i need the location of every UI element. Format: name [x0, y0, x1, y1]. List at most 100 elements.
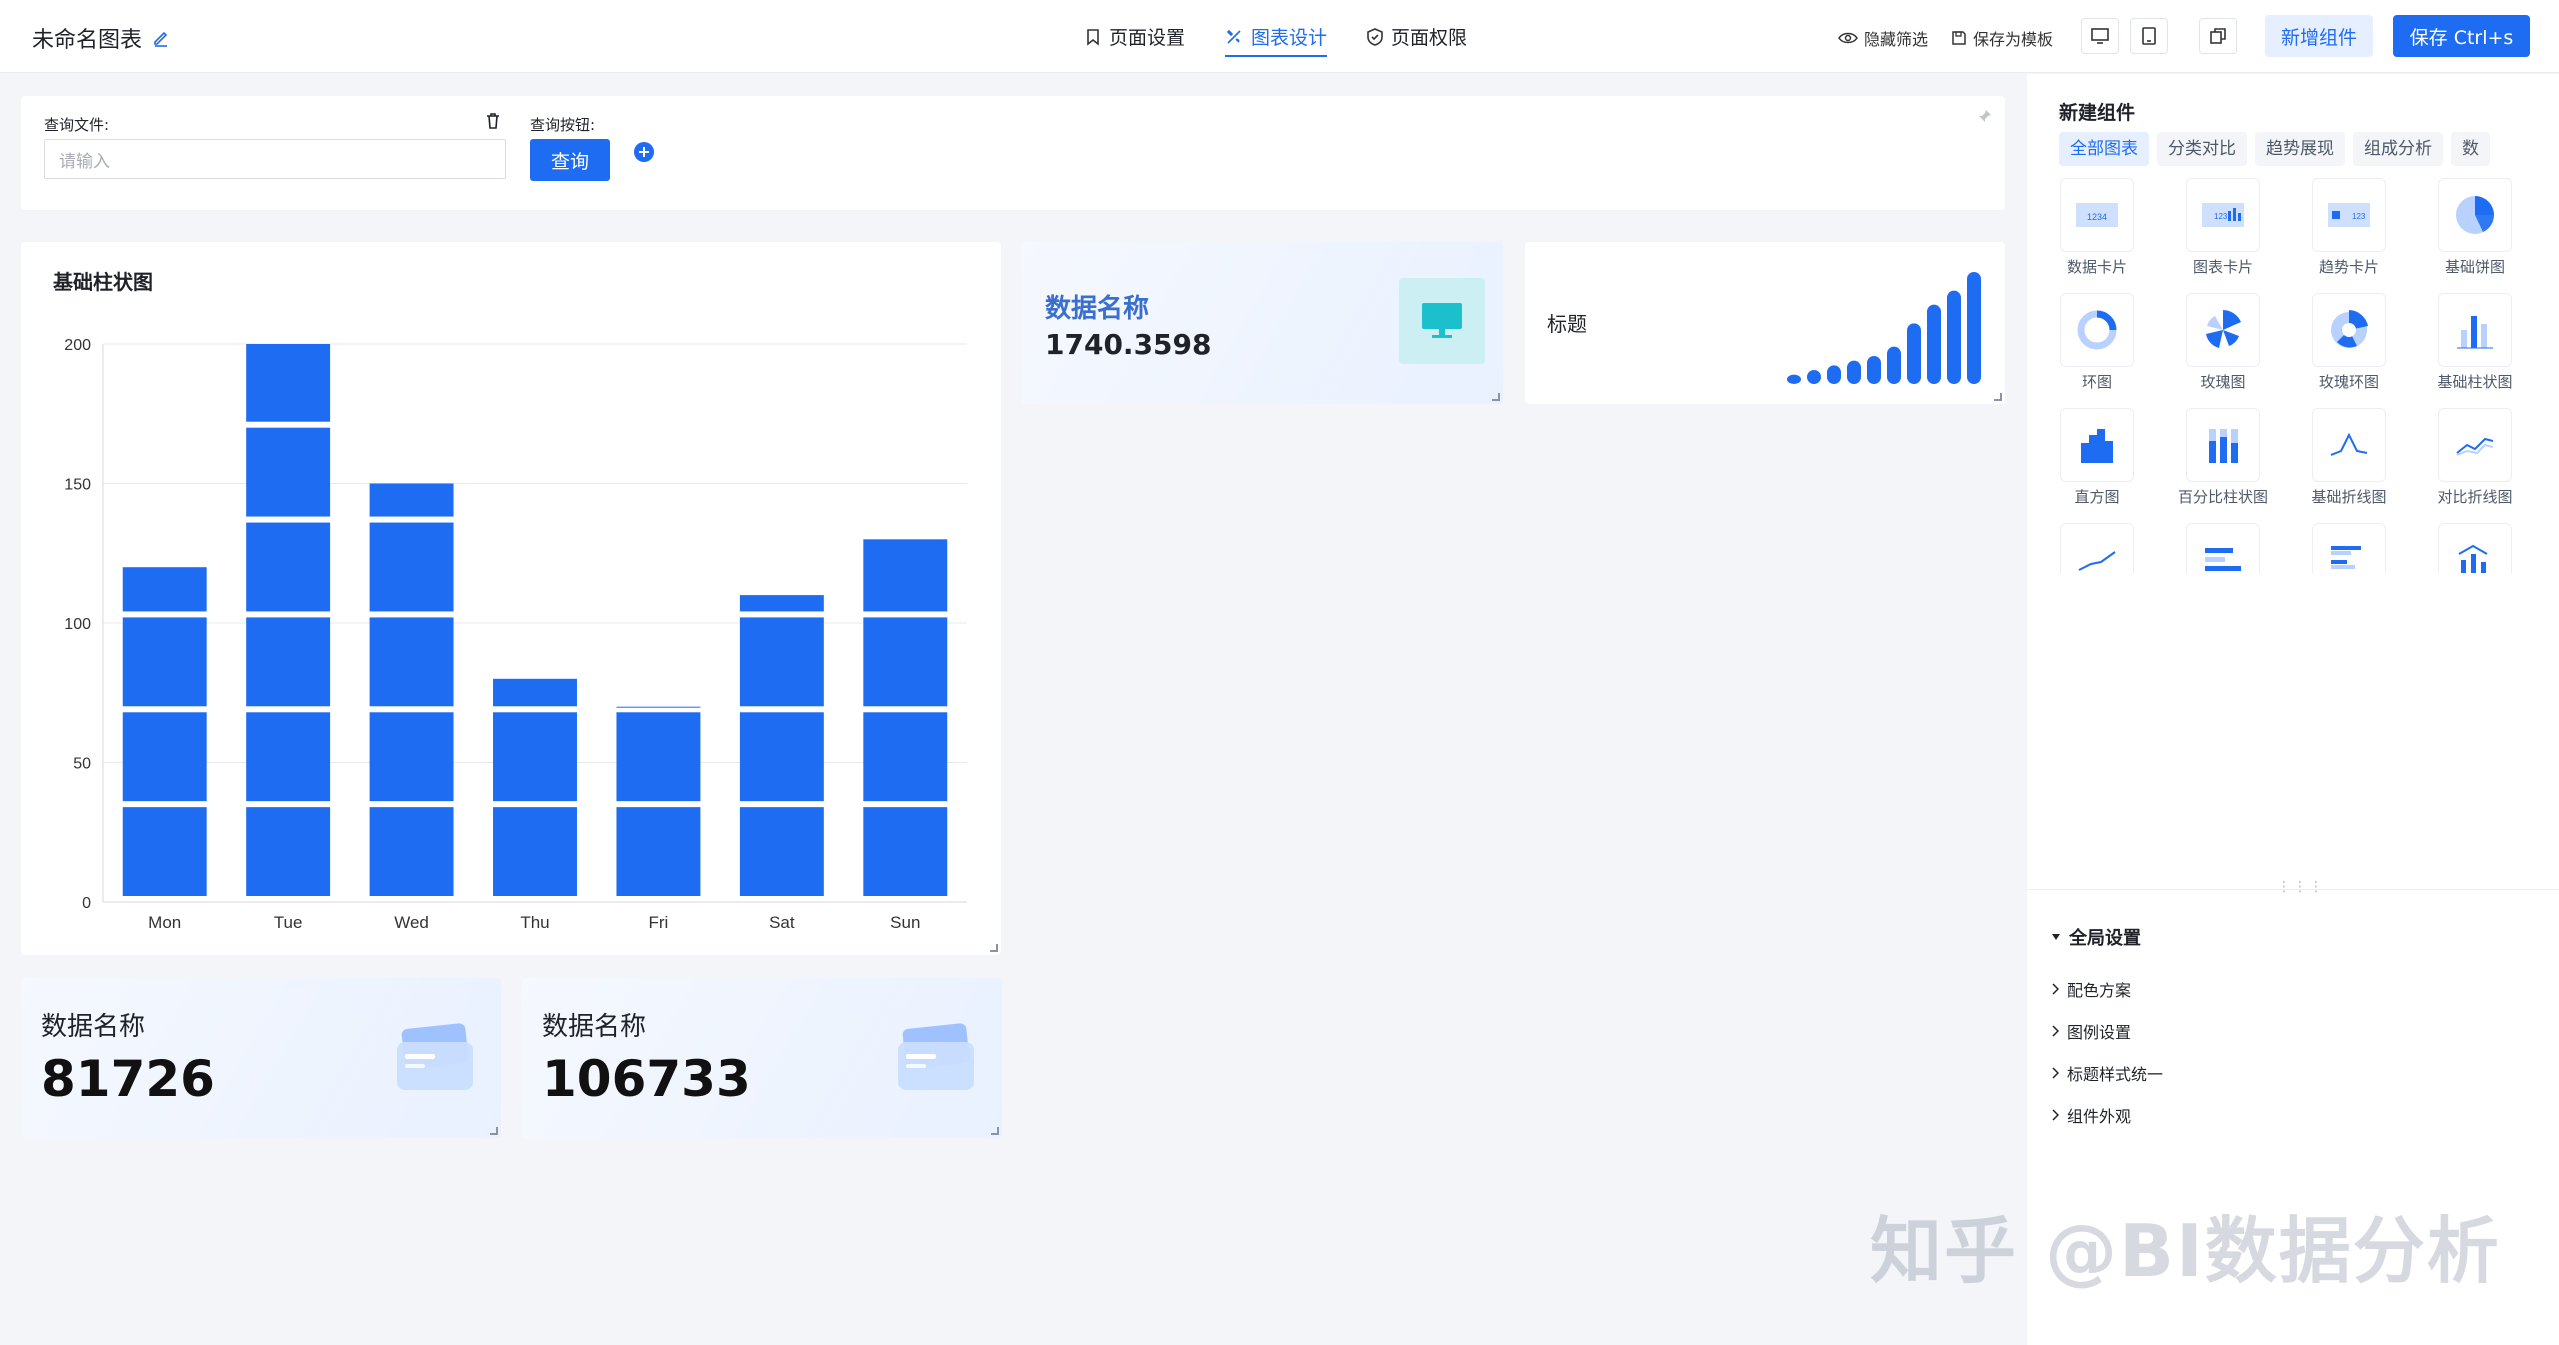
spark-bar	[1947, 290, 1961, 384]
resize-handle[interactable]	[490, 1127, 498, 1135]
card-wallet-icon	[894, 1022, 978, 1096]
bar-segment	[246, 807, 331, 896]
resize-handle[interactable]	[990, 944, 998, 952]
bar-segment	[863, 539, 948, 612]
trash-icon[interactable]	[484, 112, 502, 130]
component-item[interactable]: 玫瑰环图	[2289, 293, 2409, 403]
chevron-right-icon	[2051, 1109, 2059, 1121]
copy-icon	[2209, 27, 2227, 45]
bar-chart-card[interactable]: 基础柱状图 0 50 100 150 200 Mon Tue Wed Thu Fri Sat Sun	[21, 242, 1001, 955]
component-label: 环图	[2081, 373, 2112, 391]
bar-line-icon	[2438, 523, 2512, 573]
kpi-value: 81726	[41, 1050, 215, 1108]
edit-title-icon[interactable]	[152, 29, 170, 47]
bar-segment	[739, 617, 824, 707]
kpi-card-top[interactable]: 数据名称 1740.3598	[1021, 242, 1503, 404]
save-template-button[interactable]: 保存为模板	[1951, 26, 2053, 50]
tab-chart-design[interactable]: 图表设计	[1225, 0, 1328, 73]
kpi-card-bottom-1[interactable]: 数据名称 81726	[21, 978, 501, 1138]
bar	[493, 678, 577, 896]
component-item[interactable]: 玫瑰图	[2163, 293, 2283, 403]
component-item[interactable]: 环图	[2059, 293, 2157, 403]
resize-handle[interactable]	[1994, 393, 2002, 401]
eye-icon	[1838, 31, 1858, 45]
component-item[interactable]: 1234 数据卡片	[2059, 178, 2157, 288]
component-item[interactable]: 其他折线图	[2059, 523, 2157, 573]
y-tick-label: 150	[64, 477, 91, 494]
histogram-icon	[2060, 408, 2134, 482]
shield-icon	[1367, 27, 1383, 46]
chevron-right-icon	[2051, 983, 2059, 995]
x-tick-label: Sat	[769, 913, 795, 932]
component-label: 直方图	[2074, 488, 2120, 506]
category-pill[interactable]: 数	[2451, 132, 2490, 166]
spark-bar	[1827, 365, 1841, 384]
desktop-view-button[interactable]	[2081, 18, 2119, 54]
bar-segment	[122, 567, 207, 612]
bar-segment	[863, 617, 948, 707]
bar-segment	[739, 595, 824, 612]
component-item[interactable]: 基础柱状图	[2415, 293, 2535, 403]
drag-handle[interactable]: ⋮⋮⋮	[2277, 879, 2325, 895]
resize-handle[interactable]	[1492, 393, 1500, 401]
hide-filter-button[interactable]: 隐藏筛选	[1838, 26, 1928, 50]
design-icon	[1225, 28, 1243, 46]
tab-page-permission[interactable]: 页面权限	[1367, 0, 1467, 73]
component-item[interactable]: 直方图	[2059, 408, 2157, 518]
bar	[369, 483, 454, 896]
bar-segment	[122, 807, 207, 896]
sparkline-card[interactable]: 标题	[1525, 242, 2005, 404]
global-settings-header[interactable]: 全局设置	[2051, 924, 2141, 950]
resize-handle[interactable]	[991, 1127, 999, 1135]
component-item[interactable]: 基础折线图	[2289, 408, 2409, 518]
query-input[interactable]: 请输入	[44, 139, 506, 179]
bar-segment	[616, 712, 701, 802]
tablet-view-button[interactable]	[2130, 18, 2168, 54]
component-grid: 1234 数据卡片 123 图表卡片 123 趋势卡片 基础饼图环图 玫瑰图 玫瑰环图 基础柱状图…	[2059, 178, 2559, 573]
bar-segment	[369, 522, 454, 612]
category-pill[interactable]: 全部图表	[2059, 132, 2149, 166]
component-item[interactable]: 百分比柱状图	[2163, 408, 2283, 518]
tab-label: 页面设置	[1109, 27, 1186, 49]
bar	[863, 539, 948, 896]
pin-icon[interactable]	[1977, 108, 1993, 124]
save-button[interactable]: 保存 Ctrl+s	[2393, 15, 2530, 57]
component-item[interactable]: 对比折线图	[2415, 408, 2535, 518]
category-pill[interactable]: 趋势展现	[2255, 132, 2345, 166]
component-item[interactable]: 123 趋势卡片	[2289, 178, 2409, 288]
tablet-icon	[2141, 26, 2157, 46]
setting-legend[interactable]: 图例设置	[2051, 1019, 2131, 1043]
hbar-icon	[2186, 523, 2260, 573]
setting-title-style[interactable]: 标题样式统一	[2051, 1061, 2163, 1085]
add-filter-icon[interactable]	[633, 141, 655, 163]
monitor-icon	[2090, 27, 2110, 45]
category-pill[interactable]: 分类对比	[2157, 132, 2247, 166]
spark-bar	[1887, 346, 1901, 384]
kpi-card-bottom-2[interactable]: 数据名称 106733	[522, 978, 1002, 1138]
component-label: 数据卡片	[2066, 258, 2127, 276]
component-label: 百分比柱状图	[2177, 488, 2268, 506]
save-icon	[1951, 30, 1967, 46]
bar-segment	[369, 807, 454, 896]
add-component-button[interactable]: 新增组件	[2265, 15, 2373, 57]
caret-down-icon	[2051, 932, 2061, 942]
query-button[interactable]: 查询	[530, 139, 610, 181]
copy-button[interactable]	[2199, 18, 2237, 54]
component-label: 基础柱状图	[2437, 373, 2513, 391]
tab-label: 页面权限	[1391, 27, 1468, 49]
component-item[interactable]: 基础饼图	[2415, 178, 2535, 288]
tab-page-settings[interactable]: 页面设置	[1085, 0, 1185, 73]
card-wallet-icon	[393, 1022, 477, 1096]
setting-appearance[interactable]: 组件外观	[2051, 1103, 2131, 1127]
component-item[interactable]: 123 图表卡片	[2163, 178, 2283, 288]
spark-bar	[1967, 272, 1981, 384]
component-item[interactable]: 分组条形图	[2289, 523, 2409, 573]
rose-icon	[2186, 293, 2260, 367]
component-item[interactable]: 基础条形图	[2163, 523, 2283, 573]
category-pill[interactable]: 组成分析	[2353, 132, 2443, 166]
donut-icon	[2060, 293, 2134, 367]
component-item[interactable]: 柱线混合图	[2415, 523, 2535, 573]
component-label: 对比折线图	[2437, 488, 2513, 506]
setting-color-scheme[interactable]: 配色方案	[2051, 977, 2131, 1001]
x-tick-label: Fri	[649, 913, 669, 932]
